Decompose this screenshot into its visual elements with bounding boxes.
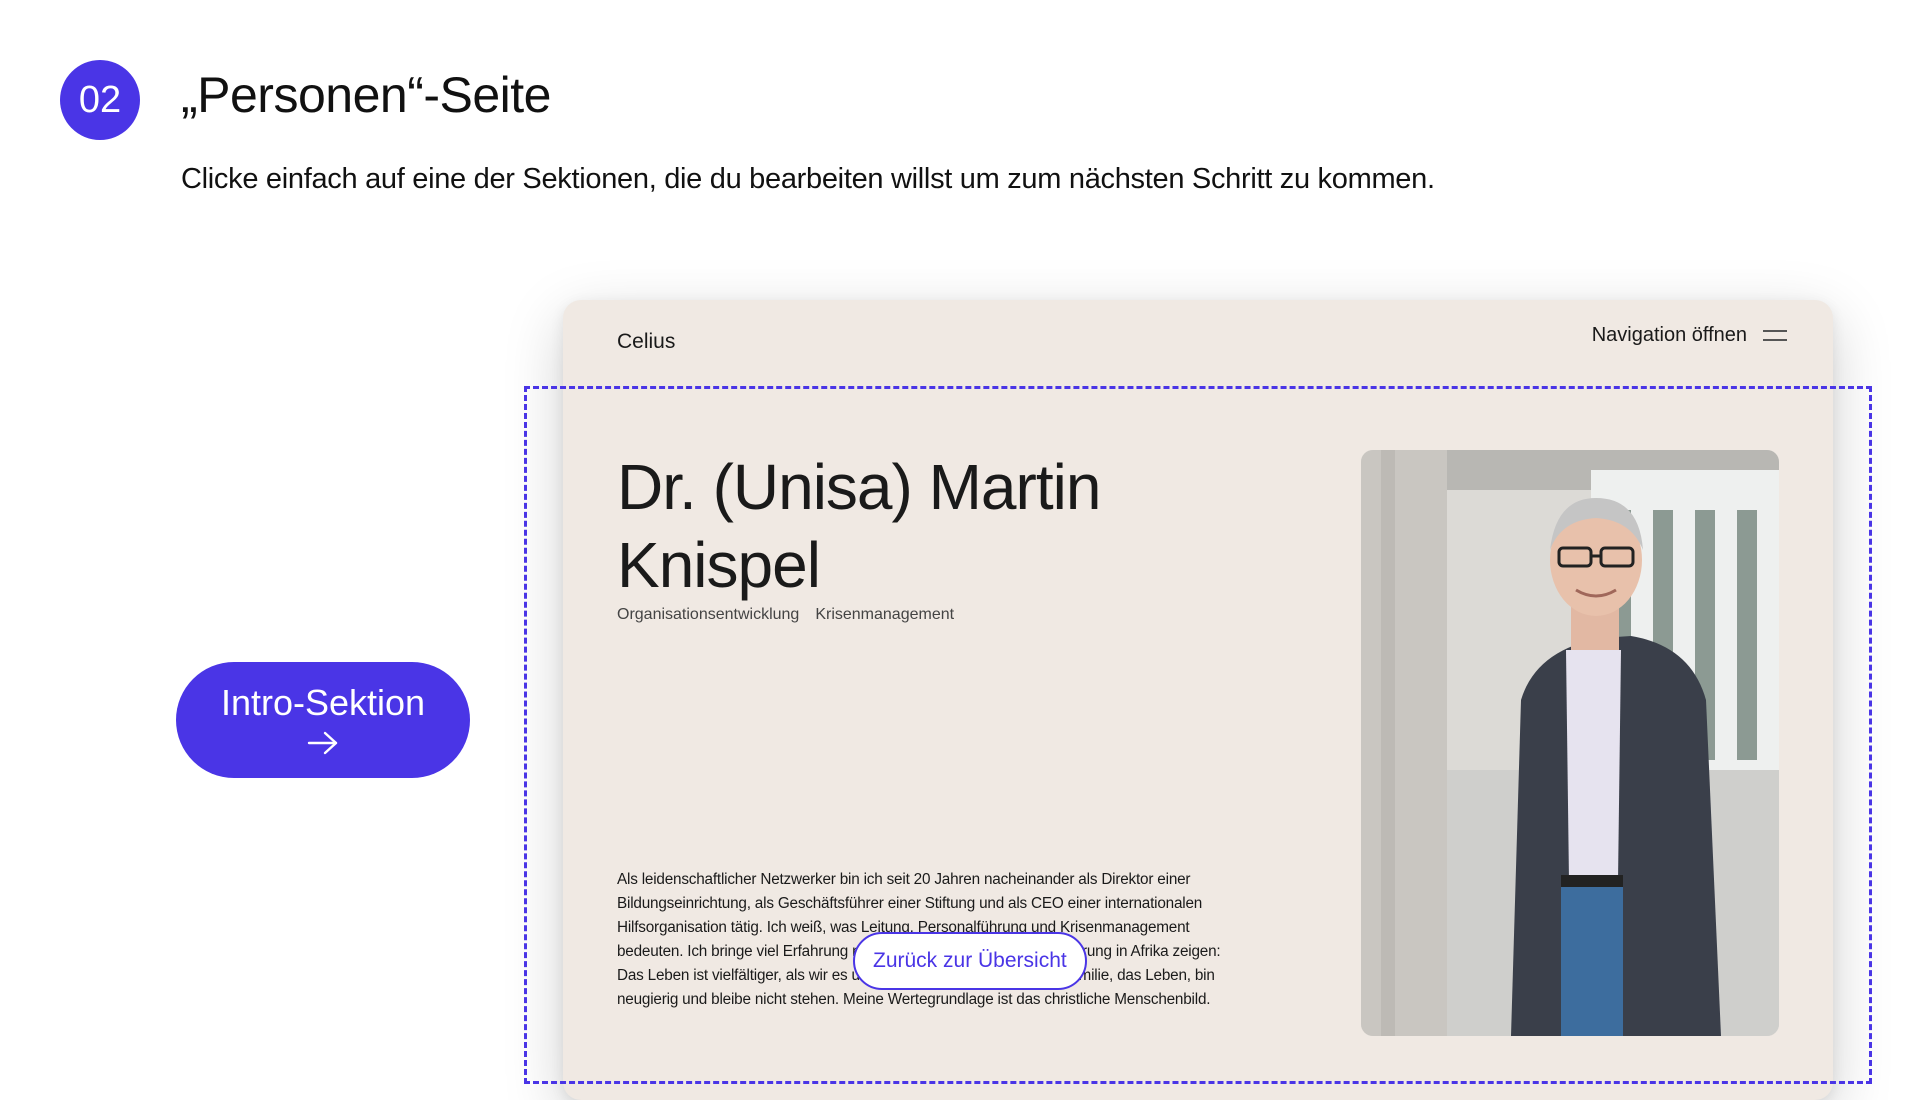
page-preview-window: Celius Navigation öffnen Dr. (Unisa) Mar… [563,300,1833,1100]
arrow-right-icon [307,731,338,755]
page-title: „Personen“-Seite [181,67,551,123]
step-number-badge: 02 [60,60,140,140]
tag-item: Krisenmanagement [815,606,955,623]
instruction-text: Clicke einfach auf eine der Sektionen, d… [181,163,1435,195]
person-name-heading: Dr. (Unisa) Martin Knispel [617,451,1101,601]
site-logo[interactable]: Celius [617,330,675,354]
hamburger-icon [1763,329,1787,342]
navigation-open-label: Navigation öffnen [1591,324,1747,346]
intro-section-button[interactable]: Intro-Sektion [176,662,470,778]
navigation-open-button[interactable]: Navigation öffnen [1592,324,1787,347]
portrait-photo [1361,450,1779,1036]
person-tags: Organisationsentwicklung Krisenmanagemen… [617,606,954,624]
intro-section-button-label: Intro-Sektion [220,682,426,723]
tag-item: Organisationsentwicklung [617,606,800,623]
back-to-overview-button[interactable]: Zurück zur Übersicht [853,932,1087,990]
